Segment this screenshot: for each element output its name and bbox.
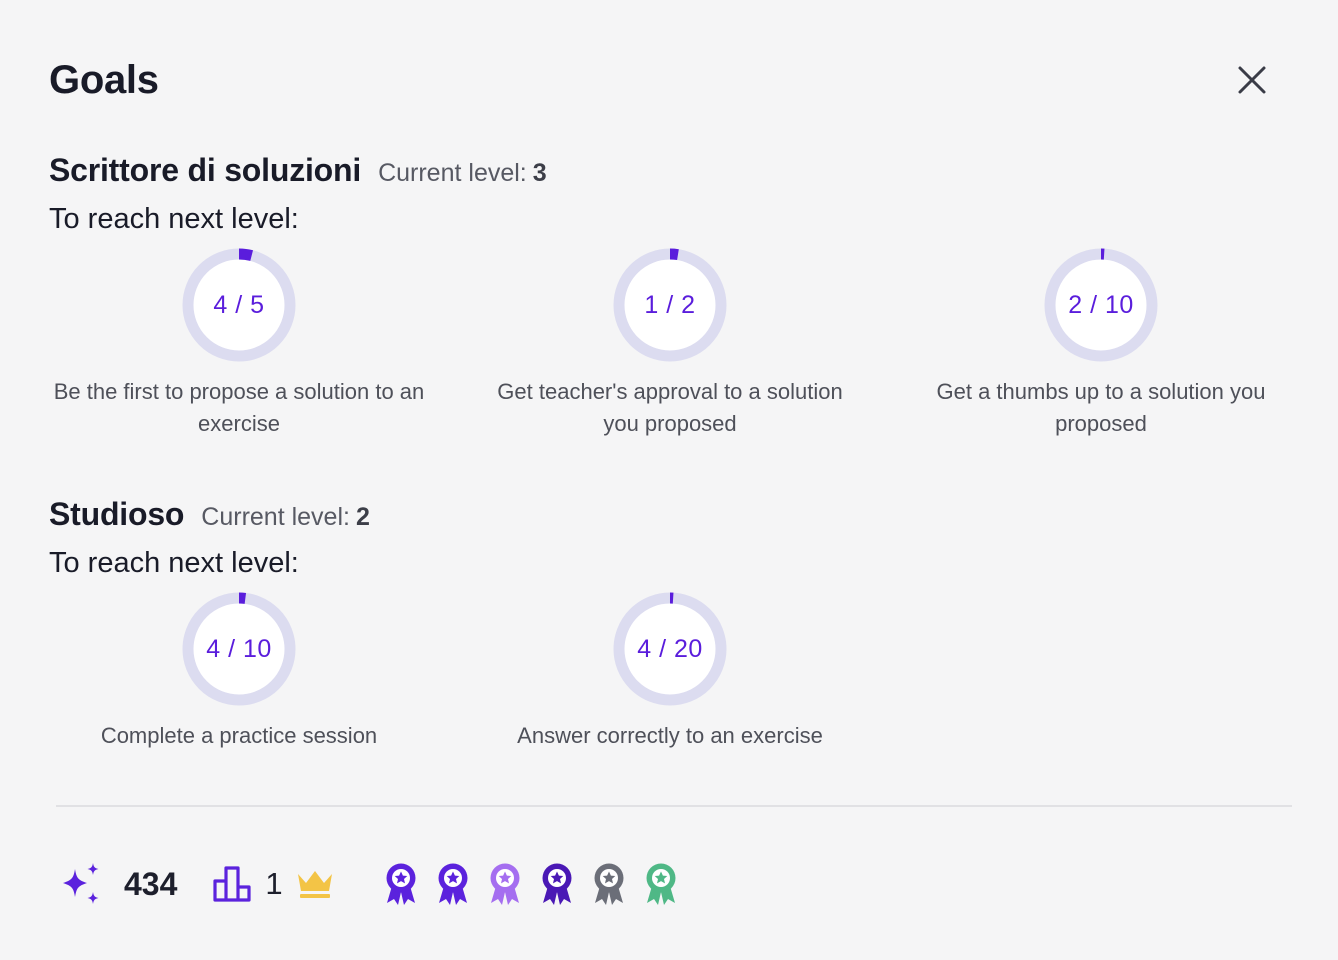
progress-ring: 4 / 20 bbox=[613, 592, 727, 706]
progress-text: 2 / 10 bbox=[1068, 290, 1134, 319]
section-title: Studioso bbox=[49, 496, 185, 532]
goal-description: Answer correctly to an exercise bbox=[517, 723, 823, 748]
dialog-title: Goals bbox=[49, 58, 159, 102]
goal-card: 4 / 5 Be the first to propose a solution… bbox=[49, 248, 429, 440]
award-badge-icon bbox=[381, 861, 421, 907]
progress-ring: 2 / 10 bbox=[1044, 248, 1158, 362]
sparkles-icon bbox=[56, 859, 106, 909]
goal-description: Get a thumbs up to a solution you propos… bbox=[936, 379, 1266, 436]
section-title: Scrittore di soluzioni bbox=[49, 152, 362, 188]
award-badge-icon bbox=[641, 861, 681, 907]
goals-row: 4 / 5 Be the first to propose a solution… bbox=[49, 248, 1289, 448]
award-badge-icon bbox=[433, 861, 473, 907]
progress-text: 4 / 5 bbox=[213, 290, 265, 319]
award-badge-icon bbox=[589, 861, 629, 907]
goal-description: Get teacher's approval to a solution you… bbox=[497, 379, 843, 436]
progress-ring: 4 / 10 bbox=[182, 592, 296, 706]
footer-divider bbox=[56, 805, 1292, 807]
current-level-label: Current level: 3 bbox=[378, 159, 547, 187]
current-level-label: Current level: 2 bbox=[201, 503, 370, 531]
goal-card: 1 / 2 Get teacher's approval to a soluti… bbox=[480, 248, 860, 440]
current-level-value: 3 bbox=[532, 159, 547, 187]
rank-value: 1 bbox=[265, 866, 283, 901]
crown-icon bbox=[295, 866, 335, 902]
goal-card: 2 / 10 Get a thumbs up to a solution you… bbox=[911, 248, 1291, 440]
progress-text: 4 / 20 bbox=[637, 634, 703, 663]
goal-description: Complete a practice session bbox=[100, 723, 378, 748]
goal-card: 4 / 10 Complete a practice session bbox=[49, 592, 429, 752]
reach-next-level-label: To reach next level: bbox=[49, 547, 299, 579]
close-button[interactable] bbox=[1228, 56, 1276, 104]
reach-next-level-label: To reach next level: bbox=[49, 203, 299, 235]
progress-ring: 4 / 5 bbox=[182, 248, 296, 362]
progress-text: 4 / 10 bbox=[206, 634, 272, 663]
current-level-value: 2 bbox=[355, 503, 370, 531]
stats-footer: 434 1 bbox=[56, 858, 693, 910]
goal-section-scrittore: Scrittore di soluzioni Current level: 3 T… bbox=[49, 152, 1289, 448]
goal-description: Be the first to propose a solution to an… bbox=[53, 379, 425, 436]
progress-text: 1 / 2 bbox=[644, 290, 696, 319]
goal-section-studioso: Studioso Current level: 2 To reach next l… bbox=[49, 496, 1289, 792]
goal-card: 4 / 20 Answer correctly to an exercise bbox=[480, 592, 860, 752]
close-icon bbox=[1238, 66, 1266, 94]
award-badge-icon bbox=[485, 861, 525, 907]
goals-row: 4 / 10 Complete a practice session 4 / 2… bbox=[49, 592, 1289, 792]
progress-ring: 1 / 2 bbox=[613, 248, 727, 362]
badges-list bbox=[381, 861, 693, 907]
podium-icon bbox=[211, 864, 255, 904]
points-value: 434 bbox=[124, 865, 178, 902]
award-badge-icon bbox=[537, 861, 577, 907]
